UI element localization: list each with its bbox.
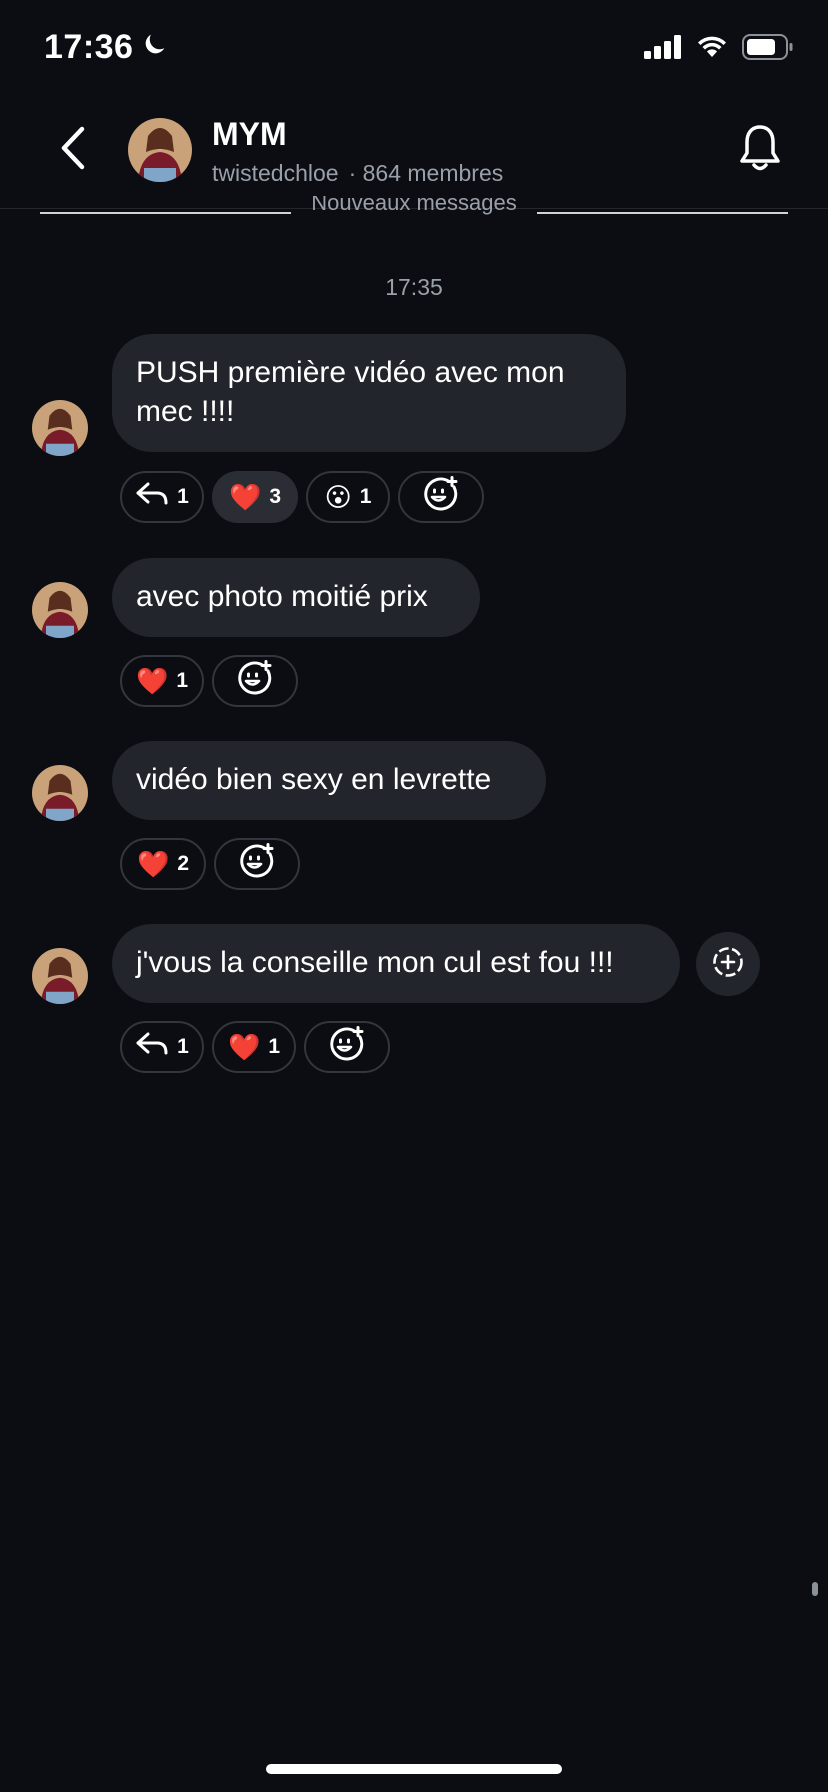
moon-icon [141, 28, 169, 67]
sender-avatar[interactable] [32, 400, 88, 456]
status-time: 17:36 [44, 28, 169, 67]
reply-reaction-pill[interactable]: 1 [120, 471, 204, 523]
reply-icon [135, 481, 169, 513]
divider-line-left [40, 212, 292, 214]
reaction-count: 1 [177, 485, 189, 508]
add-emoji-icon [423, 476, 459, 518]
message-timestamp: 17:35 [385, 274, 443, 300]
sender-avatar[interactable] [32, 948, 88, 1004]
reaction-count: 1 [176, 669, 189, 692]
add-reaction-button[interactable] [304, 1021, 390, 1073]
members-count: · 864 membres [348, 160, 504, 186]
group-title[interactable]: MYM [212, 116, 287, 153]
reactions-row: 1 ❤️ 1 [120, 1021, 390, 1073]
add-emoji-icon [239, 843, 275, 885]
notifications-button[interactable] [734, 120, 786, 180]
message-text-line-2: mec !!!! [136, 395, 235, 428]
message-bubble[interactable]: avec photo moitié prix [112, 558, 480, 637]
group-avatar[interactable] [128, 118, 192, 182]
scroll-indicator[interactable] [812, 1582, 818, 1596]
surprised-emoji: 😮 [324, 482, 352, 512]
heart-reaction-pill[interactable]: ❤️ 3 [212, 471, 298, 523]
chevron-left-icon [58, 125, 86, 176]
message-bubble[interactable]: j'vous la conseille mon cul est fou !!! [112, 924, 680, 1003]
battery-icon [742, 34, 794, 65]
sender-avatar[interactable] [32, 765, 88, 821]
sender-avatar[interactable] [32, 582, 88, 638]
chat-header: MYM twistedchloe · 864 membres [0, 96, 828, 209]
bell-icon [738, 123, 782, 178]
message-text: vidéo bien sexy en levrette [136, 763, 492, 796]
add-emoji-icon [237, 660, 273, 702]
add-reaction-button[interactable] [212, 655, 298, 707]
new-messages-divider: Nouveaux messages [40, 196, 788, 230]
heart-emoji: ❤️ [227, 1032, 261, 1062]
add-reaction-button[interactable] [214, 838, 300, 890]
new-messages-label: Nouveaux messages [311, 196, 517, 215]
message-text: avec photo moitié prix [136, 580, 428, 613]
reply-icon [135, 1031, 169, 1063]
message-text: j'vous la conseille mon cul est fou !!! [136, 946, 614, 979]
reaction-count: 2 [177, 852, 190, 875]
heart-emoji: ❤️ [135, 666, 169, 696]
group-username: twistedchloe [212, 160, 339, 186]
message-bubble[interactable]: vidéo bien sexy en levrette [112, 741, 546, 820]
add-emoji-icon [329, 1026, 365, 1068]
status-bar: 17:36 [0, 0, 828, 96]
heart-reaction-pill[interactable]: ❤️ 1 [212, 1021, 296, 1073]
divider-line-right [536, 212, 788, 214]
add-reaction-round-button[interactable] [696, 932, 760, 996]
reaction-count: 1 [268, 1035, 281, 1058]
reactions-row: ❤️ 1 [120, 655, 298, 707]
status-icons [644, 34, 794, 65]
message-bubble[interactable]: PUSH première vidéo avec mon mec !!!! [112, 334, 626, 452]
back-button[interactable] [48, 122, 96, 178]
reaction-count: 1 [177, 1035, 189, 1058]
reaction-count: 3 [269, 485, 282, 508]
heart-reaction-pill[interactable]: ❤️ 2 [120, 838, 206, 890]
heart-emoji: ❤️ [228, 482, 262, 512]
heart-reaction-pill[interactable]: ❤️ 1 [120, 655, 204, 707]
add-reaction-button[interactable] [398, 471, 484, 523]
dashed-add-icon [711, 945, 745, 984]
reactions-row: ❤️ 2 [120, 838, 300, 890]
heart-emoji: ❤️ [136, 849, 170, 879]
group-subtitle: twistedchloe · 864 membres [212, 160, 503, 187]
signal-icon [644, 35, 682, 64]
wifi-icon [696, 35, 728, 64]
reply-reaction-pill[interactable]: 1 [120, 1021, 204, 1073]
reactions-row: 1 ❤️ 3 😮 1 [120, 471, 484, 523]
reaction-count: 1 [359, 485, 372, 508]
status-time-text: 17:36 [44, 28, 134, 66]
surprised-reaction-pill[interactable]: 😮 1 [306, 471, 390, 523]
message-text-line-1: PUSH première vidéo avec mon [136, 356, 565, 389]
home-indicator[interactable] [266, 1764, 562, 1774]
